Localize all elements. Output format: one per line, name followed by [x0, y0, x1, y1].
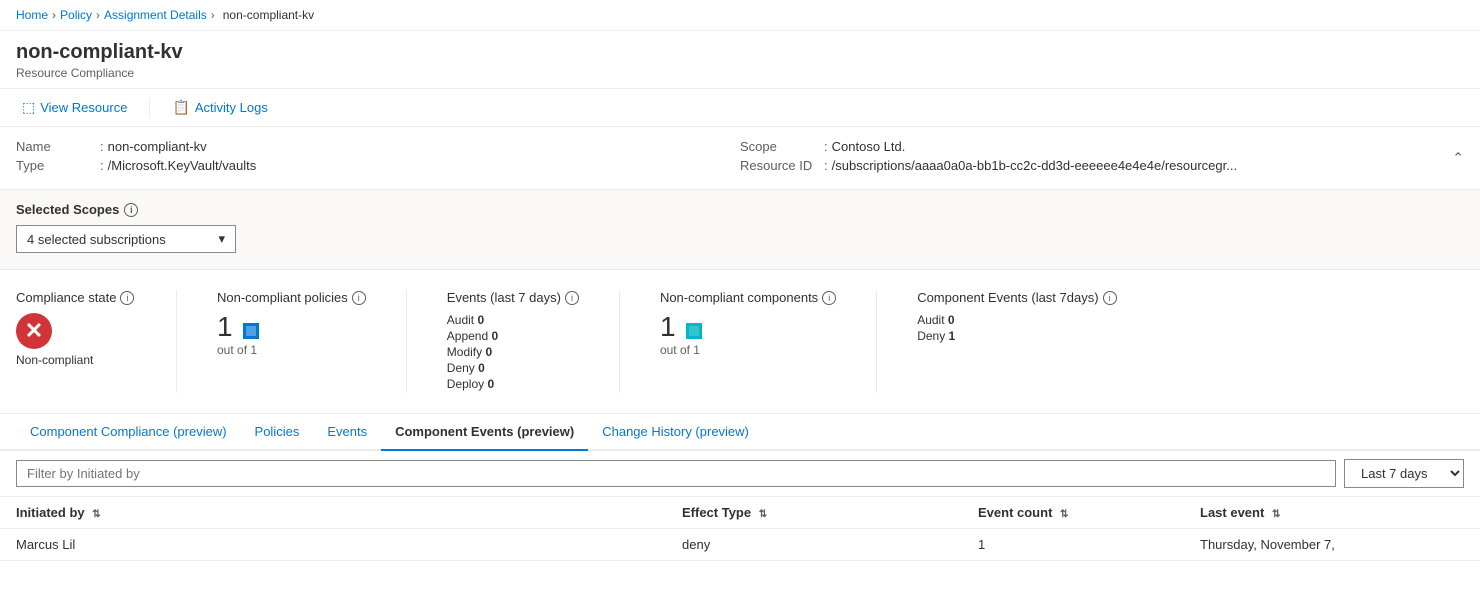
sort-last-event-icon[interactable]: ⇅ [1272, 509, 1280, 520]
details-left: Name : non-compliant-kv Type : /Microsof… [16, 139, 740, 177]
non-compliant-state-icon: ✕ [16, 313, 52, 349]
time-filter-select[interactable]: Last 7 days [1344, 459, 1464, 488]
detail-name-row: Name : non-compliant-kv [16, 139, 740, 154]
cell-last-event: Thursday, November 7, [1184, 529, 1480, 561]
data-table: Initiated by ⇅ Effect Type ⇅ Event count… [0, 497, 1480, 561]
metric-divider-2 [406, 290, 407, 393]
scopes-section: Selected Scopes i 4 selected subscriptio… [0, 190, 1480, 270]
col-header-event-count: Event count ⇅ [962, 497, 1184, 529]
page-header: non-compliant-kv Resource Compliance [0, 31, 1480, 89]
tab-component-events[interactable]: Component Events (preview) [381, 414, 588, 451]
chevron-down-icon: ▾ [218, 231, 225, 247]
scopes-info-icon[interactable]: i [124, 203, 138, 217]
tab-change-history[interactable]: Change History (preview) [588, 414, 763, 451]
cell-event-count: 1 [962, 529, 1184, 561]
component-events-metric: Component Events (last 7days) i Audit 0 … [917, 290, 1116, 393]
scope-dropdown[interactable]: 4 selected subscriptions ▾ [16, 225, 236, 253]
activity-logs-button[interactable]: 📋 Activity Logs [166, 95, 273, 120]
non-compliant-policies-metric: Non-compliant policies i 1 out of 1 [217, 290, 366, 393]
detail-resource-id-row: Resource ID : /subscriptions/aaaa0a0a-bb… [740, 158, 1464, 173]
col-header-effect-type: Effect Type ⇅ [666, 497, 962, 529]
table-row: Marcus Lil deny 1 Thursday, November 7, [0, 529, 1480, 561]
cell-initiated-by: Marcus Lil [0, 529, 666, 561]
tab-component-compliance[interactable]: Component Compliance (preview) [16, 414, 241, 451]
detail-type-row: Type : /Microsoft.KeyVault/vaults [16, 158, 740, 173]
filter-input[interactable] [16, 460, 1336, 487]
col-header-last-event: Last event ⇅ [1184, 497, 1480, 529]
compliance-state-metric: Compliance state i ✕ Non-compliant [16, 290, 136, 393]
breadcrumb-policy[interactable]: Policy [60, 8, 92, 22]
non-compliant-components-metric: Non-compliant components i 1 out of 1 [660, 290, 836, 393]
details-section: Name : non-compliant-kv Type : /Microsof… [0, 127, 1480, 190]
page-subtitle: Resource Compliance [16, 66, 1464, 80]
sort-initiated-by-icon[interactable]: ⇅ [92, 509, 100, 520]
component-events-info-icon[interactable]: i [1103, 291, 1117, 305]
tabs-section: Component Compliance (preview) Policies … [0, 414, 1480, 451]
metric-divider-4 [876, 290, 877, 393]
detail-scope-row: Scope : Contoso Ltd. [740, 139, 1464, 154]
compliance-state-info-icon[interactable]: i [120, 291, 134, 305]
filter-bar: Last 7 days [0, 451, 1480, 497]
tab-events[interactable]: Events [313, 414, 381, 451]
cell-effect-type: deny [666, 529, 962, 561]
table-header-row: Initiated by ⇅ Effect Type ⇅ Event count… [0, 497, 1480, 529]
sort-effect-type-icon[interactable]: ⇅ [759, 509, 767, 520]
breadcrumb-current: non-compliant-kv [223, 8, 314, 22]
events-metric: Events (last 7 days) i Audit 0 Append 0 … [447, 290, 579, 393]
breadcrumb: Home › Policy › Assignment Details › non… [0, 0, 1480, 31]
events-info-icon[interactable]: i [565, 291, 579, 305]
activity-logs-icon: 📋 [172, 99, 189, 116]
non-compliant-components-info-icon[interactable]: i [822, 291, 836, 305]
page-title: non-compliant-kv [16, 41, 1464, 64]
non-compliant-policies-info-icon[interactable]: i [352, 291, 366, 305]
breadcrumb-home[interactable]: Home [16, 8, 48, 22]
component-icon [686, 323, 702, 339]
toolbar: ⬚ View Resource 📋 Activity Logs [0, 89, 1480, 127]
details-right: Scope : Contoso Ltd. Resource ID : /subs… [740, 139, 1464, 177]
tab-policies[interactable]: Policies [241, 414, 314, 451]
collapse-details-button[interactable]: ⌃ [1452, 150, 1464, 167]
sort-event-count-icon[interactable]: ⇅ [1060, 509, 1068, 520]
col-header-initiated-by: Initiated by ⇅ [0, 497, 666, 529]
view-resource-icon: ⬚ [22, 99, 35, 116]
metric-divider-3 [619, 290, 620, 393]
view-resource-button[interactable]: ⬚ View Resource [16, 95, 133, 120]
policy-icon [243, 323, 259, 339]
breadcrumb-assignment-details[interactable]: Assignment Details [104, 8, 207, 22]
metric-divider-1 [176, 290, 177, 393]
scopes-label: Selected Scopes i [16, 202, 1464, 217]
metrics-section: Compliance state i ✕ Non-compliant Non-c… [0, 270, 1480, 414]
toolbar-divider [149, 98, 150, 118]
